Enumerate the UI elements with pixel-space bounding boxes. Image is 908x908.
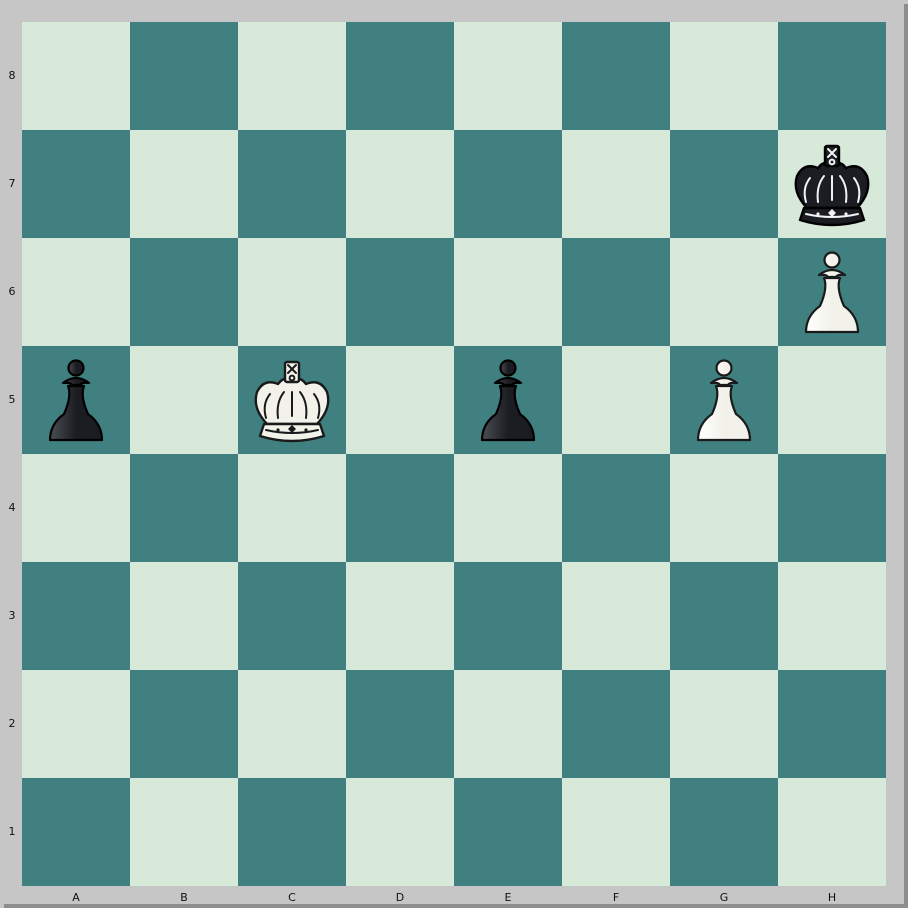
square-e7[interactable] [454,130,562,238]
square-e2[interactable] [454,670,562,778]
file-label-c: C [288,891,296,904]
square-g1[interactable] [670,778,778,886]
square-b4[interactable] [130,454,238,562]
square-d8[interactable] [346,22,454,130]
rank-label-1: 1 [8,825,16,838]
square-c2[interactable] [238,670,346,778]
square-h5[interactable] [778,346,886,454]
file-label-b: B [180,891,188,904]
square-a1[interactable] [22,778,130,886]
square-h3[interactable] [778,562,886,670]
square-d5[interactable] [346,346,454,454]
square-c6[interactable] [238,238,346,346]
square-e6[interactable] [454,238,562,346]
square-e3[interactable] [454,562,562,670]
square-a5[interactable] [22,346,130,454]
chessboard[interactable] [22,22,886,886]
frame-shadow-bottom [4,904,908,908]
square-f7[interactable] [562,130,670,238]
frame-shadow-right [904,4,908,908]
file-label-h: H [827,891,837,904]
square-h4[interactable] [778,454,886,562]
square-g4[interactable] [670,454,778,562]
square-c8[interactable] [238,22,346,130]
square-b5[interactable] [130,346,238,454]
square-c5[interactable] [238,346,346,454]
square-a2[interactable] [22,670,130,778]
square-g6[interactable] [670,238,778,346]
black-pawn-icon[interactable] [22,346,130,454]
square-g2[interactable] [670,670,778,778]
file-label-g: G [719,891,729,904]
square-h1[interactable] [778,778,886,886]
square-e8[interactable] [454,22,562,130]
square-h2[interactable] [778,670,886,778]
square-f4[interactable] [562,454,670,562]
square-a7[interactable] [22,130,130,238]
square-f2[interactable] [562,670,670,778]
square-b6[interactable] [130,238,238,346]
square-e5[interactable] [454,346,562,454]
square-c4[interactable] [238,454,346,562]
square-h6[interactable] [778,238,886,346]
rank-label-8: 8 [8,69,16,82]
file-label-d: D [395,891,405,904]
square-c1[interactable] [238,778,346,886]
square-b1[interactable] [130,778,238,886]
rank-label-2: 2 [8,717,16,730]
file-label-f: F [612,891,620,904]
file-label-a: A [72,891,80,904]
rank-label-4: 4 [8,501,16,514]
square-g5[interactable] [670,346,778,454]
board-frame: 8 7 6 5 4 3 2 1 A B C D E F G H [0,0,908,908]
white-pawn-icon[interactable] [778,238,886,346]
square-f5[interactable] [562,346,670,454]
file-label-e: E [504,891,512,904]
square-d4[interactable] [346,454,454,562]
rank-label-7: 7 [8,177,16,190]
square-d2[interactable] [346,670,454,778]
square-f3[interactable] [562,562,670,670]
square-f8[interactable] [562,22,670,130]
rank-label-5: 5 [8,393,16,406]
black-king-icon[interactable] [778,130,886,238]
square-a6[interactable] [22,238,130,346]
square-b8[interactable] [130,22,238,130]
white-pawn-icon[interactable] [670,346,778,454]
square-b7[interactable] [130,130,238,238]
rank-label-3: 3 [8,609,16,622]
square-a8[interactable] [22,22,130,130]
square-e1[interactable] [454,778,562,886]
square-g8[interactable] [670,22,778,130]
square-a4[interactable] [22,454,130,562]
square-d3[interactable] [346,562,454,670]
rank-label-6: 6 [8,285,16,298]
square-a3[interactable] [22,562,130,670]
square-b3[interactable] [130,562,238,670]
square-f6[interactable] [562,238,670,346]
square-c7[interactable] [238,130,346,238]
square-d7[interactable] [346,130,454,238]
square-d6[interactable] [346,238,454,346]
square-d1[interactable] [346,778,454,886]
square-f1[interactable] [562,778,670,886]
square-c3[interactable] [238,562,346,670]
white-king-icon[interactable] [238,346,346,454]
square-b2[interactable] [130,670,238,778]
square-h8[interactable] [778,22,886,130]
square-g7[interactable] [670,130,778,238]
square-e4[interactable] [454,454,562,562]
square-g3[interactable] [670,562,778,670]
square-h7[interactable] [778,130,886,238]
black-pawn-icon[interactable] [454,346,562,454]
